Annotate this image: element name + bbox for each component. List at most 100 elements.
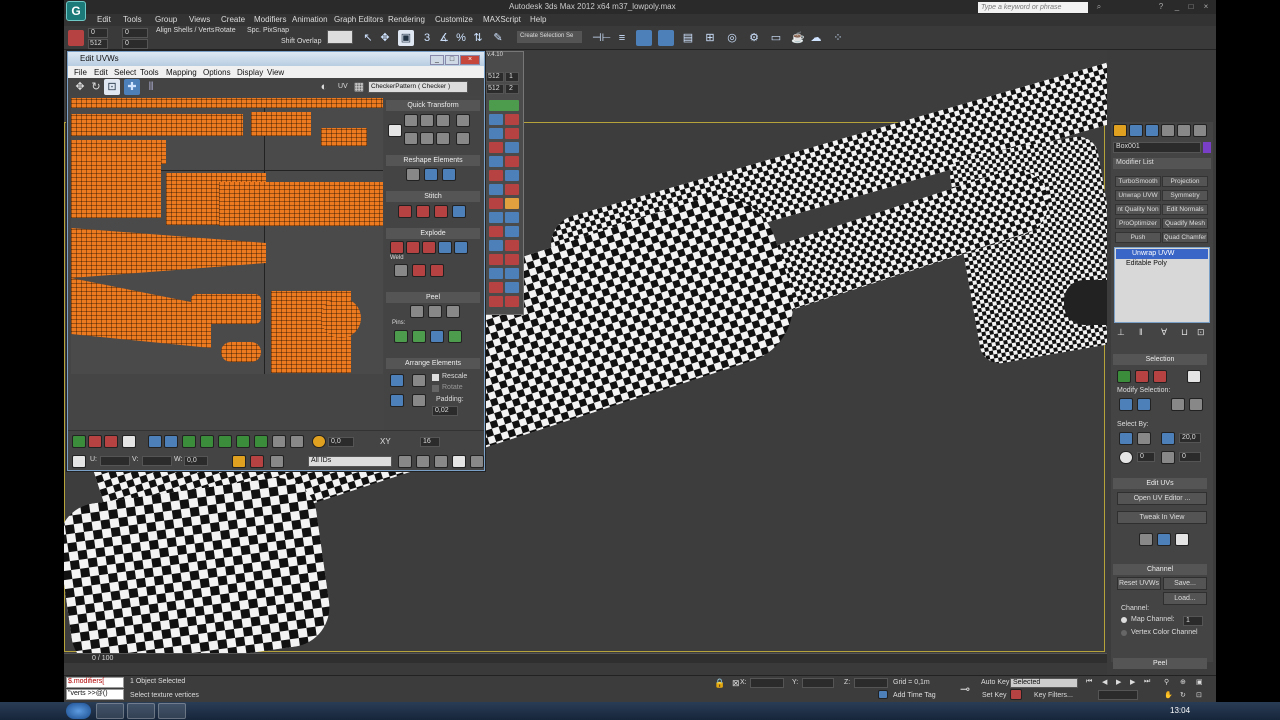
uv-shell[interactable] — [191, 294, 261, 324]
mirror-icon[interactable]: ⫴ — [143, 79, 159, 95]
loop-grow-icon[interactable] — [218, 435, 232, 448]
pack-settings-icon[interactable] — [412, 394, 426, 407]
stitch-settings-icon[interactable] — [452, 205, 466, 218]
key-filters-button[interactable]: Key Filters... — [1034, 692, 1073, 699]
planar-angle-field[interactable]: 20,0 — [1179, 433, 1201, 443]
pack-normalize-icon[interactable] — [390, 374, 404, 387]
float-tool-s-icon[interactable] — [489, 240, 503, 251]
y-coord-field[interactable] — [802, 678, 834, 688]
lock-selection-icon[interactable] — [232, 455, 246, 468]
mirror-icon[interactable]: ⊣⊢ — [592, 30, 611, 46]
stitch-a-icon[interactable] — [398, 205, 412, 218]
turbosmooth-button[interactable]: TurboSmooth — [1115, 176, 1161, 187]
explode-d-icon[interactable] — [438, 241, 452, 254]
time-slider[interactable]: 0 / 100 — [64, 653, 1107, 663]
stitch-c-icon[interactable] — [434, 205, 448, 218]
rollout-reshape[interactable]: Reshape Elements — [386, 155, 480, 166]
current-frame-field[interactable] — [1098, 690, 1138, 700]
uv-shell[interactable] — [219, 182, 383, 226]
relax-settings-icon[interactable] — [442, 168, 456, 181]
float-tool-v-icon[interactable] — [505, 254, 519, 265]
rotate-checkbox[interactable] — [432, 385, 439, 392]
float-tool-w-icon[interactable] — [489, 268, 503, 279]
float-tool-z-icon[interactable] — [505, 282, 519, 293]
align-icon[interactable]: ≡ — [614, 30, 630, 46]
peel-lscm-icon[interactable] — [428, 305, 442, 318]
angle-snap-icon[interactable]: ∡ — [436, 30, 452, 46]
menu-customize[interactable]: Customize — [435, 15, 473, 24]
render-icon[interactable]: ☕ — [790, 30, 806, 46]
rollout-channel[interactable]: Channel — [1113, 564, 1207, 575]
uvw-minimize-icon[interactable]: _ — [430, 55, 444, 65]
explode-c-icon[interactable] — [422, 241, 436, 254]
face-mode-icon[interactable] — [104, 435, 118, 448]
set-key-button[interactable]: Set Key — [982, 692, 1007, 699]
sel-poly-icon[interactable] — [1153, 370, 1167, 383]
load-button[interactable]: Load... — [1163, 592, 1207, 605]
menu-tools[interactable]: Tools — [123, 15, 142, 24]
object-color-swatch[interactable] — [1203, 142, 1211, 153]
pin-stack-icon[interactable]: ⊥ — [1117, 327, 1125, 338]
x-coord-field[interactable] — [750, 678, 784, 688]
rollout-stitch[interactable]: Stitch — [386, 191, 480, 202]
push-button[interactable]: Push — [1115, 232, 1161, 243]
start-button-icon[interactable] — [66, 703, 91, 719]
qt-h-icon[interactable] — [456, 132, 470, 145]
make-unique-icon[interactable]: ∀ — [1161, 327, 1167, 338]
straighten-icon[interactable] — [406, 168, 420, 181]
pack-icon[interactable] — [412, 374, 426, 387]
float-tool-p-icon[interactable] — [505, 212, 519, 223]
render-setup-icon[interactable]: ⚙ — [746, 30, 762, 46]
checker-icon[interactable]: ▦ — [351, 79, 367, 95]
loop-shrink-icon[interactable] — [236, 435, 250, 448]
named-selection-dropdown[interactable]: Create Selection Se — [517, 31, 582, 43]
qt-a-icon[interactable] — [404, 114, 418, 127]
float-tool-green-icon[interactable] — [489, 100, 519, 111]
rollout-peel[interactable]: Peel — [386, 292, 480, 303]
rescale-checkbox[interactable] — [432, 374, 439, 381]
schematic-icon[interactable]: ⊞ — [702, 30, 718, 46]
close-icon[interactable]: × — [1201, 2, 1211, 12]
menu-create[interactable]: Create — [221, 15, 245, 24]
shrink-icon[interactable] — [1137, 398, 1151, 411]
hide-icon[interactable] — [270, 455, 284, 468]
grow-icon[interactable] — [1119, 398, 1133, 411]
field-u[interactable]: 0 — [88, 28, 108, 38]
peel-quick-icon[interactable] — [410, 305, 424, 318]
rollout-edit-uvs[interactable]: Edit UVs — [1113, 478, 1207, 489]
uvw-menu-file[interactable]: File — [74, 68, 87, 77]
loop-select-icon[interactable] — [200, 435, 214, 448]
uvw-maximize-icon[interactable]: □ — [445, 55, 459, 65]
qt-e-icon[interactable] — [404, 132, 418, 145]
quality-normals-button[interactable]: nt Quality Non — [1115, 204, 1161, 215]
render-production-icon[interactable]: ☁ — [808, 30, 824, 46]
qt-g-icon[interactable] — [436, 132, 450, 145]
float-field-2[interactable]: 1 — [505, 72, 519, 82]
select-by-mat-icon[interactable] — [1161, 451, 1175, 464]
show-map-icon[interactable]: ◐ — [316, 79, 332, 95]
qt-align-icon[interactable] — [388, 124, 402, 137]
z-coord-field[interactable] — [854, 678, 888, 688]
field-w[interactable]: 0 — [122, 39, 148, 49]
rollout-explode[interactable]: Explode — [386, 228, 480, 239]
move-icon[interactable]: ✥ — [377, 30, 393, 46]
edge-mode-icon[interactable] — [88, 435, 102, 448]
pack-custom-icon[interactable] — [390, 394, 404, 407]
zoom-all-icon[interactable]: ⊕ — [1180, 678, 1186, 686]
sel-vertex-icon[interactable] — [1117, 370, 1131, 383]
select-region-icon[interactable]: ▣ — [398, 30, 414, 46]
float-tool-bb-icon[interactable] — [505, 296, 519, 307]
edit-uvws-titlebar[interactable]: Edit UVWs — [68, 52, 484, 66]
add-time-tag-icon[interactable] — [878, 690, 888, 699]
vertex-color-radio[interactable] — [1121, 630, 1127, 636]
search-input[interactable]: Type a keyword or phrase — [978, 2, 1088, 13]
v-field[interactable] — [142, 456, 172, 466]
symmetry-button[interactable]: Symmetry — [1162, 190, 1208, 201]
grow-select-icon[interactable] — [148, 435, 162, 448]
float-tool-e-icon[interactable] — [489, 142, 503, 153]
float-tool-i-icon[interactable] — [489, 170, 503, 181]
uv-shell[interactable] — [71, 278, 211, 348]
save-button[interactable]: Save... — [1163, 577, 1207, 590]
maxscript-listener-1[interactable]: $.modifiers[ — [66, 677, 124, 688]
pin-b-icon[interactable] — [412, 330, 426, 343]
